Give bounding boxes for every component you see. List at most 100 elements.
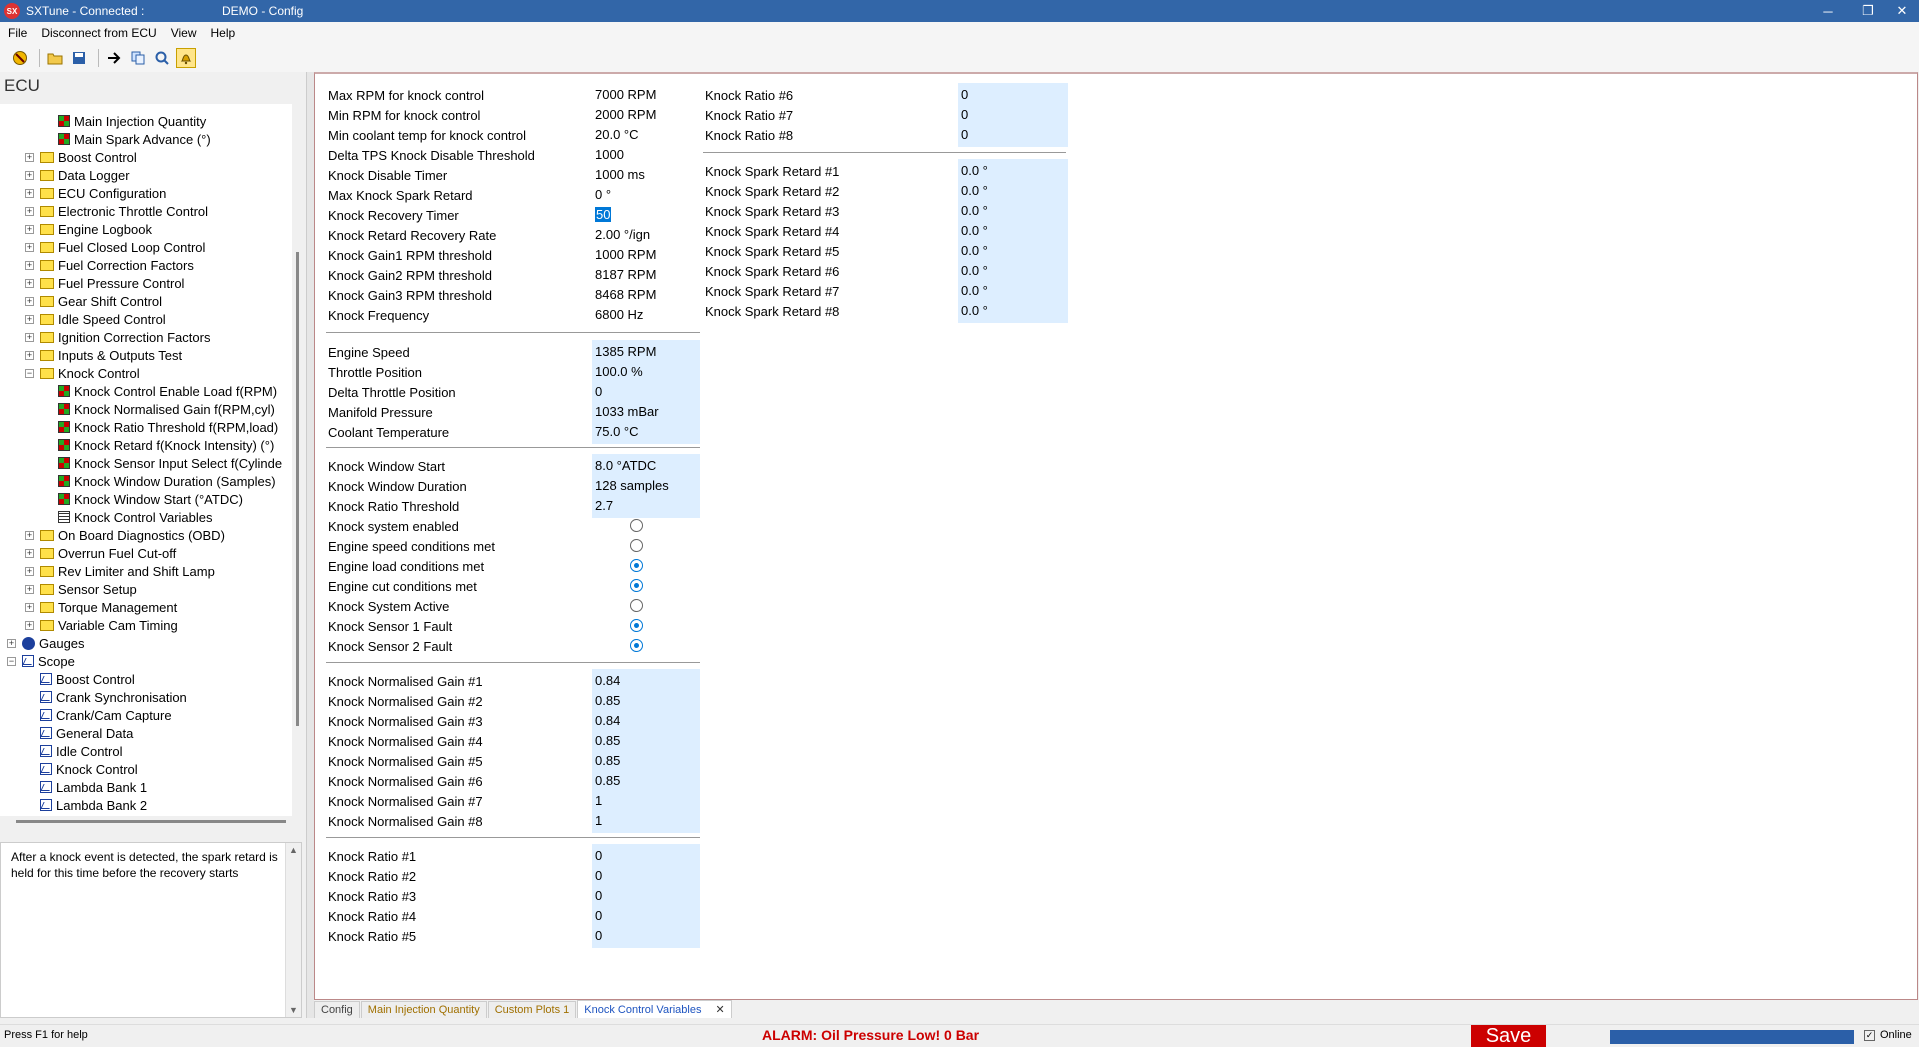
- tree-item[interactable]: Electronic Throttle Control: [40, 202, 208, 220]
- selected-value-text[interactable]: 50: [595, 207, 612, 222]
- tree-horizontal-scrollbar[interactable]: [0, 816, 302, 826]
- tree-item[interactable]: Idle Control: [40, 742, 122, 760]
- tree-item[interactable]: Knock Window Duration (Samples): [58, 472, 276, 490]
- tree-item[interactable]: General Data: [40, 724, 133, 742]
- tree-item[interactable]: Knock Control: [40, 760, 138, 778]
- tree-item[interactable]: Knock Control: [40, 364, 140, 382]
- tab-knock-control-variables[interactable]: Knock Control Variables ✕: [577, 1000, 732, 1018]
- tree-item[interactable]: Fuel Closed Loop Control: [40, 238, 205, 256]
- expand-icon[interactable]: +: [25, 603, 34, 612]
- variable-value[interactable]: 1000: [592, 145, 624, 165]
- tree-vertical-scrollbar[interactable]: [292, 104, 302, 816]
- tree-item[interactable]: Torque Management: [40, 598, 177, 616]
- tree-item[interactable]: Lambda Bank 1: [40, 778, 147, 796]
- expand-icon[interactable]: +: [25, 585, 34, 594]
- tree-item[interactable]: Data Logger: [40, 166, 130, 184]
- copy-icon[interactable]: [128, 48, 148, 68]
- expand-icon[interactable]: +: [25, 171, 34, 180]
- variable-value[interactable]: 8468 RPM: [592, 285, 656, 305]
- tree-item[interactable]: Ignition Correction Factors: [40, 328, 210, 346]
- ecu-tree[interactable]: Main Injection Quantity Main Spark Advanc…: [0, 104, 292, 816]
- tree-item[interactable]: Main Injection Quantity: [58, 112, 206, 130]
- variable-value[interactable]: 1000 ms: [592, 165, 645, 185]
- scroll-down-icon[interactable]: ▼: [286, 1005, 301, 1015]
- menu-disconnect[interactable]: Disconnect from ECU: [41, 26, 156, 40]
- collapse-icon[interactable]: −: [7, 657, 16, 666]
- online-toggle[interactable]: ✓ Online: [1864, 1029, 1912, 1041]
- variable-value[interactable]: 2000 RPM: [592, 105, 656, 125]
- tree-item[interactable]: Main Spark Advance (°): [58, 130, 211, 148]
- expand-icon[interactable]: +: [25, 243, 34, 252]
- variable-value[interactable]: 20.0 °C: [592, 125, 639, 145]
- tree-item[interactable]: Crank Synchronisation: [40, 688, 187, 706]
- expand-icon[interactable]: +: [25, 207, 34, 216]
- variable-value[interactable]: 1000 RPM: [592, 245, 656, 265]
- search-icon[interactable]: [152, 48, 172, 68]
- expand-icon[interactable]: +: [25, 567, 34, 576]
- expand-icon[interactable]: +: [25, 261, 34, 270]
- tab-config[interactable]: Config: [314, 1001, 360, 1018]
- tree-item[interactable]: Fuel Pressure Control: [40, 274, 184, 292]
- splitter[interactable]: [306, 72, 314, 1018]
- tree-item[interactable]: Knock Retard f(Knock Intensity) (°): [58, 436, 274, 454]
- collapse-icon[interactable]: −: [25, 369, 34, 378]
- tree-item[interactable]: Knock Control Enable Load f(RPM): [58, 382, 277, 400]
- tree-item[interactable]: Variable Cam Timing: [40, 616, 178, 634]
- tree-item[interactable]: Crank/Cam Capture: [40, 706, 172, 724]
- menu-view[interactable]: View: [171, 26, 197, 40]
- expand-icon[interactable]: +: [25, 189, 34, 198]
- variable-value[interactable]: 7000 RPM: [592, 85, 656, 105]
- tab-close-icon[interactable]: ✕: [715, 1003, 724, 1016]
- close-icon[interactable]: ✕: [1882, 0, 1919, 22]
- tree-item[interactable]: Gear Shift Control: [40, 292, 162, 310]
- variable-value[interactable]: 2.00 °/ign: [592, 225, 650, 245]
- variable-value[interactable]: 8187 RPM: [592, 265, 656, 285]
- variable-value[interactable]: 6800 Hz: [592, 305, 643, 325]
- tree-item[interactable]: Boost Control: [40, 670, 135, 688]
- tree-item[interactable]: Scope: [22, 652, 75, 670]
- save-button[interactable]: Save: [1471, 1025, 1546, 1047]
- minimize-icon[interactable]: ─: [1808, 0, 1848, 22]
- tree-item[interactable]: Fuel Correction Factors: [40, 256, 194, 274]
- tree-item[interactable]: Knock Window Start (°ATDC): [58, 490, 243, 508]
- expand-icon[interactable]: +: [25, 315, 34, 324]
- tree-item[interactable]: Lambda Bank 2: [40, 796, 147, 814]
- expand-icon[interactable]: +: [25, 279, 34, 288]
- expand-icon[interactable]: +: [25, 297, 34, 306]
- tree-item[interactable]: Boost Control: [40, 148, 137, 166]
- disconnect-icon[interactable]: [10, 48, 30, 68]
- tree-item[interactable]: On Board Diagnostics (OBD): [40, 526, 225, 544]
- expand-icon[interactable]: +: [25, 531, 34, 540]
- bell-icon[interactable]: [176, 48, 196, 68]
- expand-icon[interactable]: +: [7, 639, 16, 648]
- tree-vertical-scroll-thumb[interactable]: [296, 252, 299, 726]
- online-checkbox[interactable]: ✓: [1864, 1029, 1875, 1041]
- tree-item[interactable]: Inputs & Outputs Test: [40, 346, 182, 364]
- tree-item[interactable]: Rev Limiter and Shift Lamp: [40, 562, 215, 580]
- tab-main-injection-quantity[interactable]: Main Injection Quantity: [360, 1001, 487, 1018]
- expand-icon[interactable]: +: [25, 351, 34, 360]
- menu-file[interactable]: File: [8, 26, 27, 40]
- navigate-icon[interactable]: [104, 48, 124, 68]
- open-folder-icon[interactable]: [45, 48, 65, 68]
- menu-help[interactable]: Help: [211, 26, 236, 40]
- tree-item[interactable]: Sensor Setup: [40, 580, 137, 598]
- scroll-up-icon[interactable]: ▲: [286, 845, 301, 855]
- tree-item[interactable]: Engine Logbook: [40, 220, 152, 238]
- tree-item[interactable]: ECU Configuration: [40, 184, 166, 202]
- tree-item[interactable]: Knock Normalised Gain f(RPM,cyl): [58, 400, 275, 418]
- tree-item[interactable]: Idle Speed Control: [40, 310, 166, 328]
- variable-value[interactable]: 0 °: [592, 185, 611, 205]
- expand-icon[interactable]: +: [25, 621, 34, 630]
- expand-icon[interactable]: +: [25, 153, 34, 162]
- tree-horizontal-scroll-thumb[interactable]: [16, 820, 286, 823]
- expand-icon[interactable]: +: [25, 333, 34, 342]
- help-scrollbar[interactable]: ▲ ▼: [285, 843, 301, 1017]
- tree-item[interactable]: Knock Sensor Input Select f(Cylinde: [58, 454, 282, 472]
- save-icon[interactable]: [69, 48, 89, 68]
- tab-custom-plots-1[interactable]: Custom Plots 1: [487, 1001, 577, 1018]
- expand-icon[interactable]: +: [25, 549, 34, 558]
- tree-item[interactable]: Knock Control Variables: [58, 508, 213, 526]
- tree-item[interactable]: Knock Ratio Threshold f(RPM,load): [58, 418, 278, 436]
- expand-icon[interactable]: +: [25, 225, 34, 234]
